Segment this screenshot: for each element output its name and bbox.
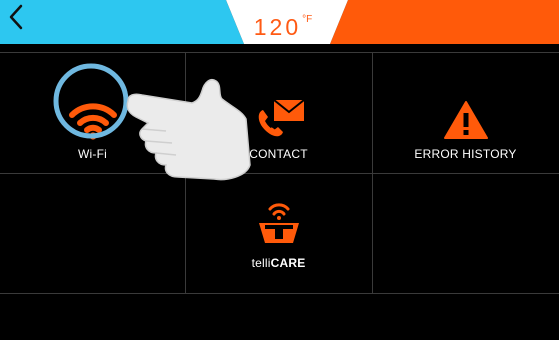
- tellicare-icon: [257, 197, 301, 249]
- menu-item-error-history[interactable]: ERROR HISTORY: [373, 52, 558, 172]
- menu-item-label: Wi-Fi: [78, 147, 107, 161]
- temperature-unit: °F: [302, 14, 313, 25]
- top-bar: 120 °F: [0, 0, 559, 44]
- menu-item-label-tellicare: telliCARE: [251, 256, 306, 270]
- wifi-icon: [68, 92, 118, 140]
- warning-icon: [443, 92, 489, 140]
- menu-item-label: CONTACT: [249, 147, 308, 161]
- temperature-value: 120: [253, 14, 302, 40]
- chevron-left-icon: [9, 4, 23, 30]
- temperature-display: 120 °F: [238, 13, 328, 41]
- phone-mail-icon: [249, 92, 309, 140]
- menu-item-wifi[interactable]: Wi-Fi: [0, 52, 185, 172]
- menu-grid: Wi-Fi CONTACT ERROR HISTORY telliCARE: [0, 52, 559, 294]
- menu-item-label: ERROR HISTORY: [414, 147, 517, 161]
- back-button[interactable]: [8, 4, 48, 40]
- menu-item-tellicare[interactable]: telliCARE: [186, 173, 371, 293]
- grid-divider: [0, 293, 559, 294]
- menu-item-contact[interactable]: CONTACT: [186, 52, 371, 172]
